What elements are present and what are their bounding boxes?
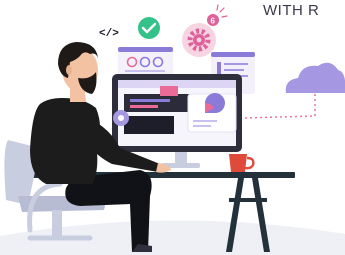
check-badge-icon — [138, 17, 160, 39]
chart-card — [187, 93, 237, 133]
gear-badge-count: 6 — [211, 17, 216, 26]
connector-line — [242, 94, 316, 119]
gear-small-icon — [113, 110, 129, 126]
mug — [229, 154, 255, 172]
floating-panel-rings — [118, 47, 173, 77]
developer-illustration: </> 6 — [0, 4, 345, 255]
code-icon: </> — [99, 28, 119, 40]
gear-icon: 6 — [182, 4, 228, 57]
cloud-icon — [285, 62, 345, 93]
